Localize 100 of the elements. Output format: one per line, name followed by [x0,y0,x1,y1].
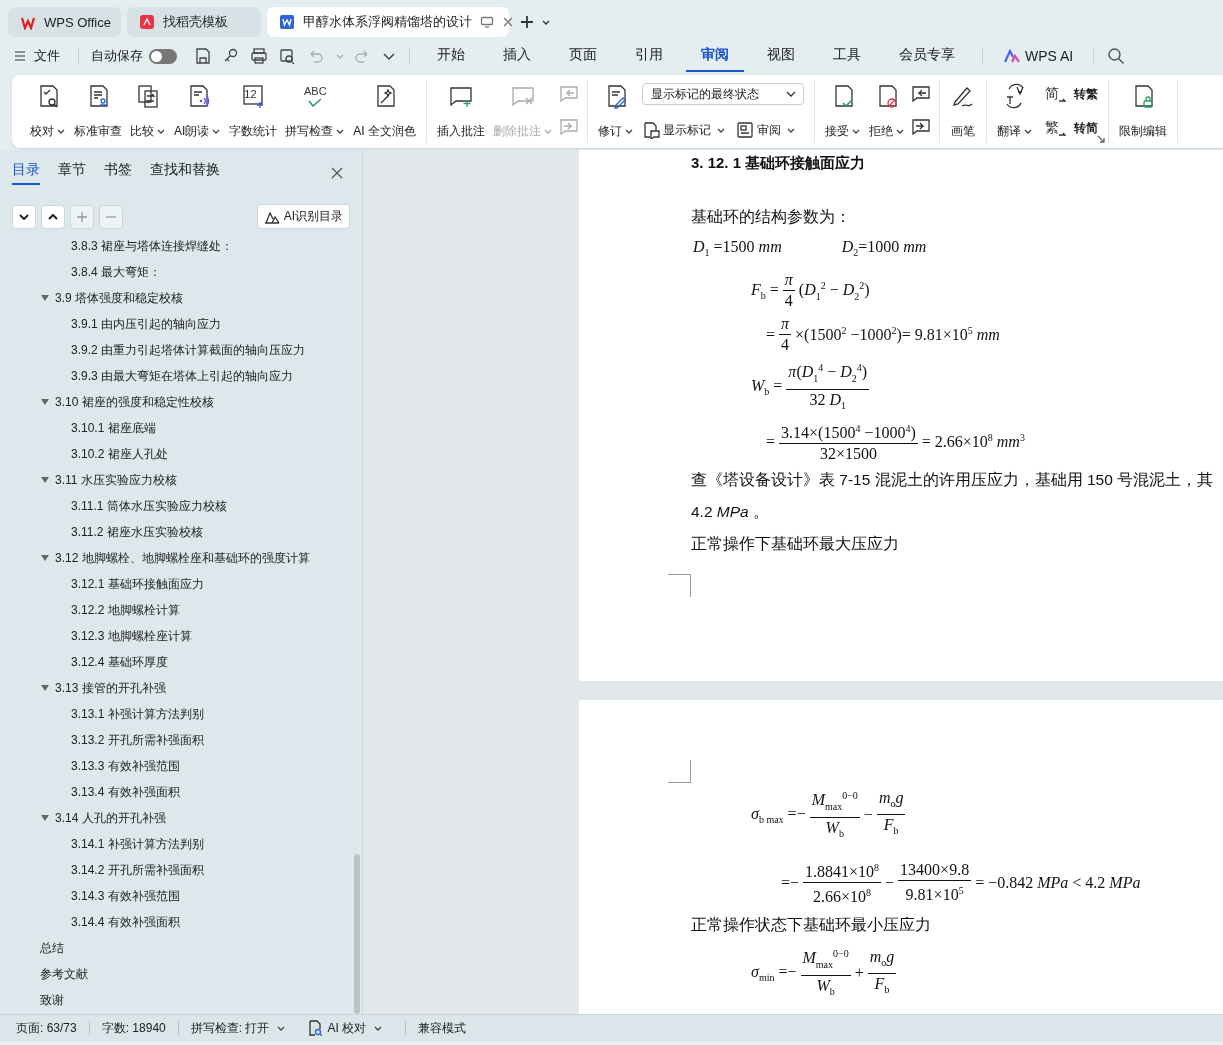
paragraph: 4.2 MPa 。 [691,502,771,523]
outline-item[interactable]: 3.8.4 最大弯矩： [0,259,362,285]
outline-item[interactable]: 3.11.2 裙座水压实验校核 [0,519,362,545]
outline-item[interactable]: 3.12.4 基础环厚度 [0,649,362,675]
paragraph: 正常操作状态下基础环最小压应力 [691,915,932,936]
outline-item[interactable]: 3.9.1 由内压引起的轴向应力 [0,311,362,337]
section-heading: 3. 12. 1 基础环接触面应力 [691,154,867,173]
collapse-up-button[interactable] [41,204,65,229]
app-tab[interactable]: WPS Office [8,7,121,37]
ribbon-tab[interactable]: 审阅 [686,40,744,72]
plus-icon[interactable] [519,14,535,30]
outline-item[interactable]: 3.12 地脚螺栓、地脚螺栓座和基础环的强度计算 [0,545,362,571]
ribbon-tab[interactable]: 页面 [554,40,612,72]
ai-proofread-button[interactable]: AI 校对 [308,1019,384,1037]
outline-item[interactable]: 3.13.3 有效补强范围 [0,753,362,779]
outline-item[interactable]: 3.13 接管的开孔补强 [0,675,362,701]
ribbon-button[interactable]: 简 转繁 [1045,85,1098,103]
outline-item[interactable]: 3.14.3 有效补强范围 [0,883,362,909]
outline-item[interactable]: 3.14.4 有效补强面积 [0,909,362,935]
outline-item[interactable]: 总结 [0,935,362,961]
ribbon-button[interactable]: 显示标记 [642,121,726,139]
outline-item[interactable]: 3.14.1 补强计算方法判别 [0,831,362,857]
ribbon-tab[interactable]: 开始 [422,40,480,72]
outline-item[interactable]: 3.12.1 基础环接触面应力 [0,571,362,597]
ribbon-button[interactable]: 繁 转简 [1045,119,1098,137]
panel-tab[interactable]: 目录 [12,161,40,185]
ribbon-button[interactable]: 12 字数统计 [225,80,282,143]
outline-item[interactable]: 3.9.3 由最大弯矩在塔体上引起的轴向应力 [0,363,362,389]
menu-icon [14,50,26,62]
panel-tab[interactable]: 书签 [104,161,132,185]
ribbon-tab[interactable]: 视图 [752,40,810,72]
save-icon[interactable] [194,47,212,65]
close-icon[interactable] [330,166,344,180]
scrollbar-thumb[interactable] [354,854,360,1014]
ribbon-button[interactable]: AI 全文润色 [349,80,420,143]
close-icon[interactable] [502,16,514,28]
panel-tab[interactable]: 查找和替换 [150,161,220,185]
panel-icon [736,121,754,139]
check-mark-icon [308,98,323,107]
expand-arrow-icon[interactable] [40,398,50,406]
app-tab[interactable]: 找稻壳模板 [127,7,261,37]
outline-item[interactable]: 致谢 [0,987,362,1013]
ai-toc-button[interactable]: AI识别目录 [256,204,350,229]
autosave-label: 自动保存 [91,47,143,65]
ribbon-tab[interactable]: 会员专享 [884,40,970,72]
crop-mark [668,760,691,783]
chevron-down-icon[interactable] [382,50,396,62]
ribbon-tab[interactable]: 引用 [620,40,678,72]
markup-view-dropdown[interactable]: 显示标记的最终状态 [642,83,804,105]
outline-item[interactable]: 3.13.2 开孔所需补强面积 [0,727,362,753]
outline-item[interactable]: 3.10.2 裙座人孔处 [0,441,362,467]
panel-tab[interactable]: 章节 [58,161,86,185]
outline-item[interactable]: 3.13.1 补强计算方法判别 [0,701,362,727]
outline-item[interactable]: 3.8.3 裙座与塔体连接焊缝处： [0,233,362,259]
outline-item[interactable]: 3.9.2 由重力引起塔体计算截面的轴向压应力 [0,337,362,363]
outline-item[interactable]: 3.12.3 地脚螺栓座计算 [0,623,362,649]
ribbon-button[interactable]: 校对 [26,80,70,143]
ribbon-button[interactable]: 比较 [126,80,170,143]
crop-mark [668,574,691,598]
file-menu-button[interactable]: 文件 [14,47,60,65]
outline-item[interactable]: 3.10 裙座的强度和稳定性校核 [0,389,362,415]
expand-arrow-icon[interactable] [40,554,50,562]
comment-arrow-left-icon[interactable] [911,84,931,104]
ribbon-button[interactable]: 修订 [594,80,638,143]
outline-item[interactable]: 3.13.4 有效补强面积 [0,779,362,805]
ribbon-button[interactable]: 标准审查 [70,80,126,143]
ribbon-button[interactable]: 接受 [821,80,865,143]
print-preview-icon[interactable] [278,47,296,65]
expand-arrow-icon[interactable] [40,814,50,822]
printer-icon[interactable] [250,47,268,65]
ribbon-button[interactable]: 翻译 [993,80,1037,143]
collapse-down-button[interactable] [12,204,36,229]
outline-item[interactable]: 3.14 人孔的开孔补强 [0,805,362,831]
ribbon-button[interactable]: 限制编辑 [1115,80,1171,143]
expand-corner-icon[interactable] [1097,135,1105,143]
expand-arrow-icon[interactable] [40,294,50,302]
ribbon-button[interactable]: ABC 拼写检查 [281,80,350,143]
outline-item[interactable]: 3.11.1 筒体水压实验应力校核 [0,493,362,519]
outline-item[interactable]: 3.12.2 地脚螺栓计算 [0,597,362,623]
search-icon[interactable] [1107,47,1126,65]
outline-item[interactable]: 3.10.1 裙座底端 [0,415,362,441]
ribbon-tab[interactable]: 工具 [818,40,876,72]
outline-item[interactable]: 3.14.2 开孔所需补强面积 [0,857,362,883]
autosave-toggle[interactable] [149,48,177,64]
comment-arrow-right-icon[interactable] [911,117,931,137]
plus-icon [77,211,87,222]
spell-check-button[interactable]: 拼写检查: 打开 [190,1019,287,1037]
ribbon-button[interactable]: 插入批注 [433,80,489,143]
chevron-down-icon [19,213,29,220]
ribbon-button[interactable]: AI朗读 [170,80,226,143]
wps-ai-button[interactable]: WPS AI [995,48,1082,64]
outline-item[interactable]: 3.11 水压实验应力校核 [0,467,362,493]
expand-arrow-icon[interactable] [40,684,50,692]
ribbon-button[interactable]: 审阅 [736,121,796,139]
expand-arrow-icon[interactable] [40,476,50,484]
outline-item[interactable]: 3.9 塔体强度和稳定校核 [0,285,362,311]
ribbon-button[interactable]: 画笔 [946,80,980,143]
outline-item[interactable]: 参考文献 [0,961,362,987]
ribbon-tab[interactable]: 插入 [488,40,546,72]
ribbon-button[interactable]: 拒绝 [865,80,909,143]
